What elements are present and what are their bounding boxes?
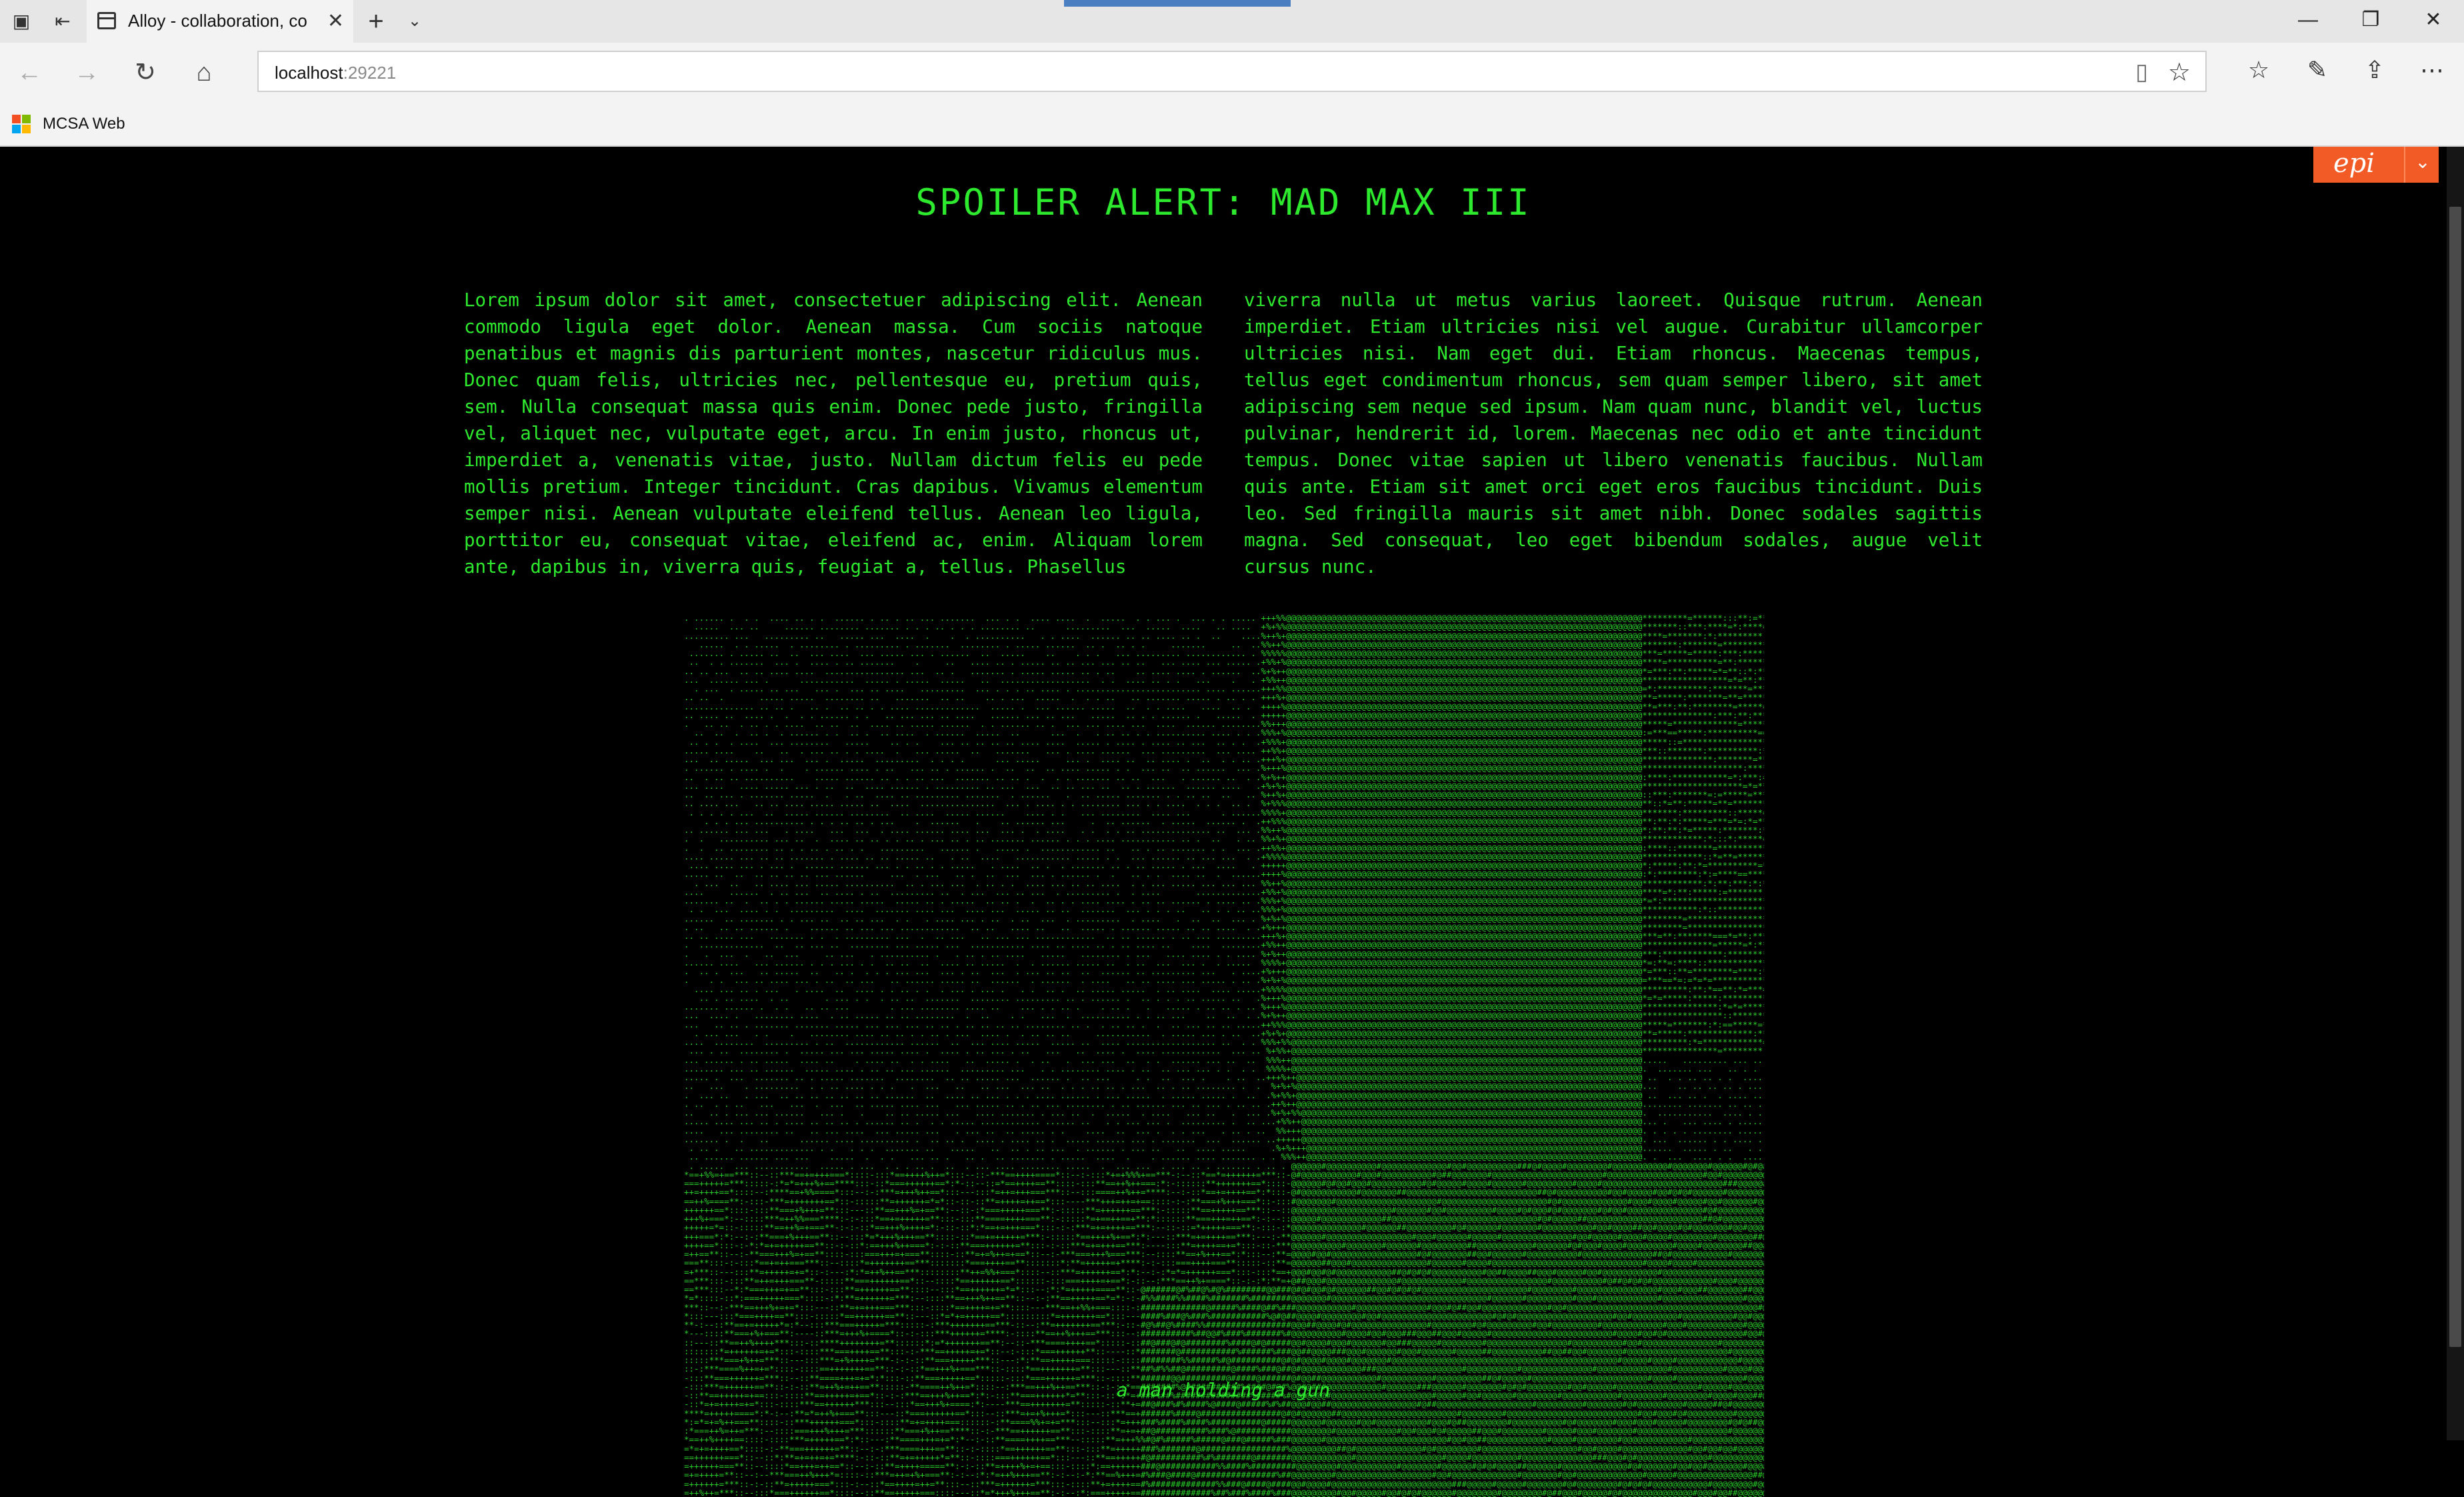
navigation-bar: ← → ↻ ⌂ localhost:29221 ▯ ☆ ☆ ✎ ⇪ ⋯ <box>0 43 2464 103</box>
page-title: SPOILER ALERT: MAD MAX III <box>915 181 1531 223</box>
favorite-link-mcsa-web[interactable]: MCSA Web <box>43 115 125 133</box>
page-icon <box>97 12 116 29</box>
epi-logo: epi <box>2333 148 2375 179</box>
scrollbar[interactable] <box>2447 147 2464 1440</box>
close-tab-icon[interactable]: ✕ <box>327 9 344 33</box>
back-icon[interactable]: ← <box>13 57 45 88</box>
body-text-right: viverra nulla ut metus varius laoreet. Q… <box>1244 289 1983 577</box>
badge-divider <box>2404 147 2405 183</box>
favorite-star-icon[interactable]: ☆ <box>2168 57 2191 87</box>
window-drag-indicator <box>1064 0 1291 7</box>
image-caption: a man holding a gun <box>1116 1379 1331 1401</box>
address-port: :29221 <box>343 63 397 83</box>
page-viewport: epi ⌄ SPOILER ALERT: MAD MAX III Lorem i… <box>0 147 2464 1497</box>
restore-icon[interactable]: ❐ <box>2351 8 2391 32</box>
set-aside-tabs-icon[interactable]: ⇤ <box>51 9 75 33</box>
favorites-bar: MCSA Web <box>0 103 2464 147</box>
ascii-art-image: . ...... . . . .... .. . . ...... . .. .… <box>684 613 1764 1497</box>
epi-edit-badge[interactable]: epi ⌄ <box>2313 147 2439 183</box>
address-bar[interactable]: localhost:29221 ▯ ☆ <box>257 51 2207 92</box>
more-icon[interactable]: ⋯ <box>2413 56 2451 84</box>
refresh-icon[interactable]: ↻ <box>129 57 161 88</box>
favorites-list-icon[interactable]: ☆ <box>2240 56 2277 84</box>
minimize-icon[interactable]: — <box>2288 8 2328 32</box>
tab-actions-icon[interactable]: ▣ <box>9 9 33 33</box>
forward-icon[interactable]: → <box>71 57 103 88</box>
tab-title: Alloy - collaboration, co <box>128 11 307 31</box>
window-close-icon[interactable]: ✕ <box>2413 8 2453 32</box>
tab-preview-chevron-icon[interactable]: ⌄ <box>403 9 427 33</box>
title-bar: ▣ ⇤ Alloy - collaboration, co ✕ + ⌄ — ❐ … <box>0 0 2464 43</box>
logo-yellow <box>22 125 31 133</box>
chevron-down-icon[interactable]: ⌄ <box>2411 151 2435 173</box>
reading-view-icon[interactable]: ▯ <box>2135 59 2148 85</box>
pen-icon[interactable]: ✎ <box>2299 56 2336 84</box>
address-host: localhost <box>275 63 343 83</box>
address-text: localhost:29221 <box>275 63 396 83</box>
scrollbar-thumb[interactable] <box>2449 207 2461 1347</box>
browser-tab[interactable]: Alloy - collaboration, co ✕ <box>87 0 353 43</box>
body-text-left: Lorem ipsum dolor sit amet, consectetuer… <box>464 289 1203 577</box>
share-icon[interactable]: ⇪ <box>2356 56 2393 84</box>
microsoft-logo-icon <box>12 115 31 133</box>
home-icon[interactable]: ⌂ <box>188 57 220 88</box>
new-tab-icon[interactable]: + <box>364 8 388 35</box>
logo-red <box>12 115 21 123</box>
logo-green <box>22 115 31 123</box>
logo-blue <box>12 125 21 133</box>
